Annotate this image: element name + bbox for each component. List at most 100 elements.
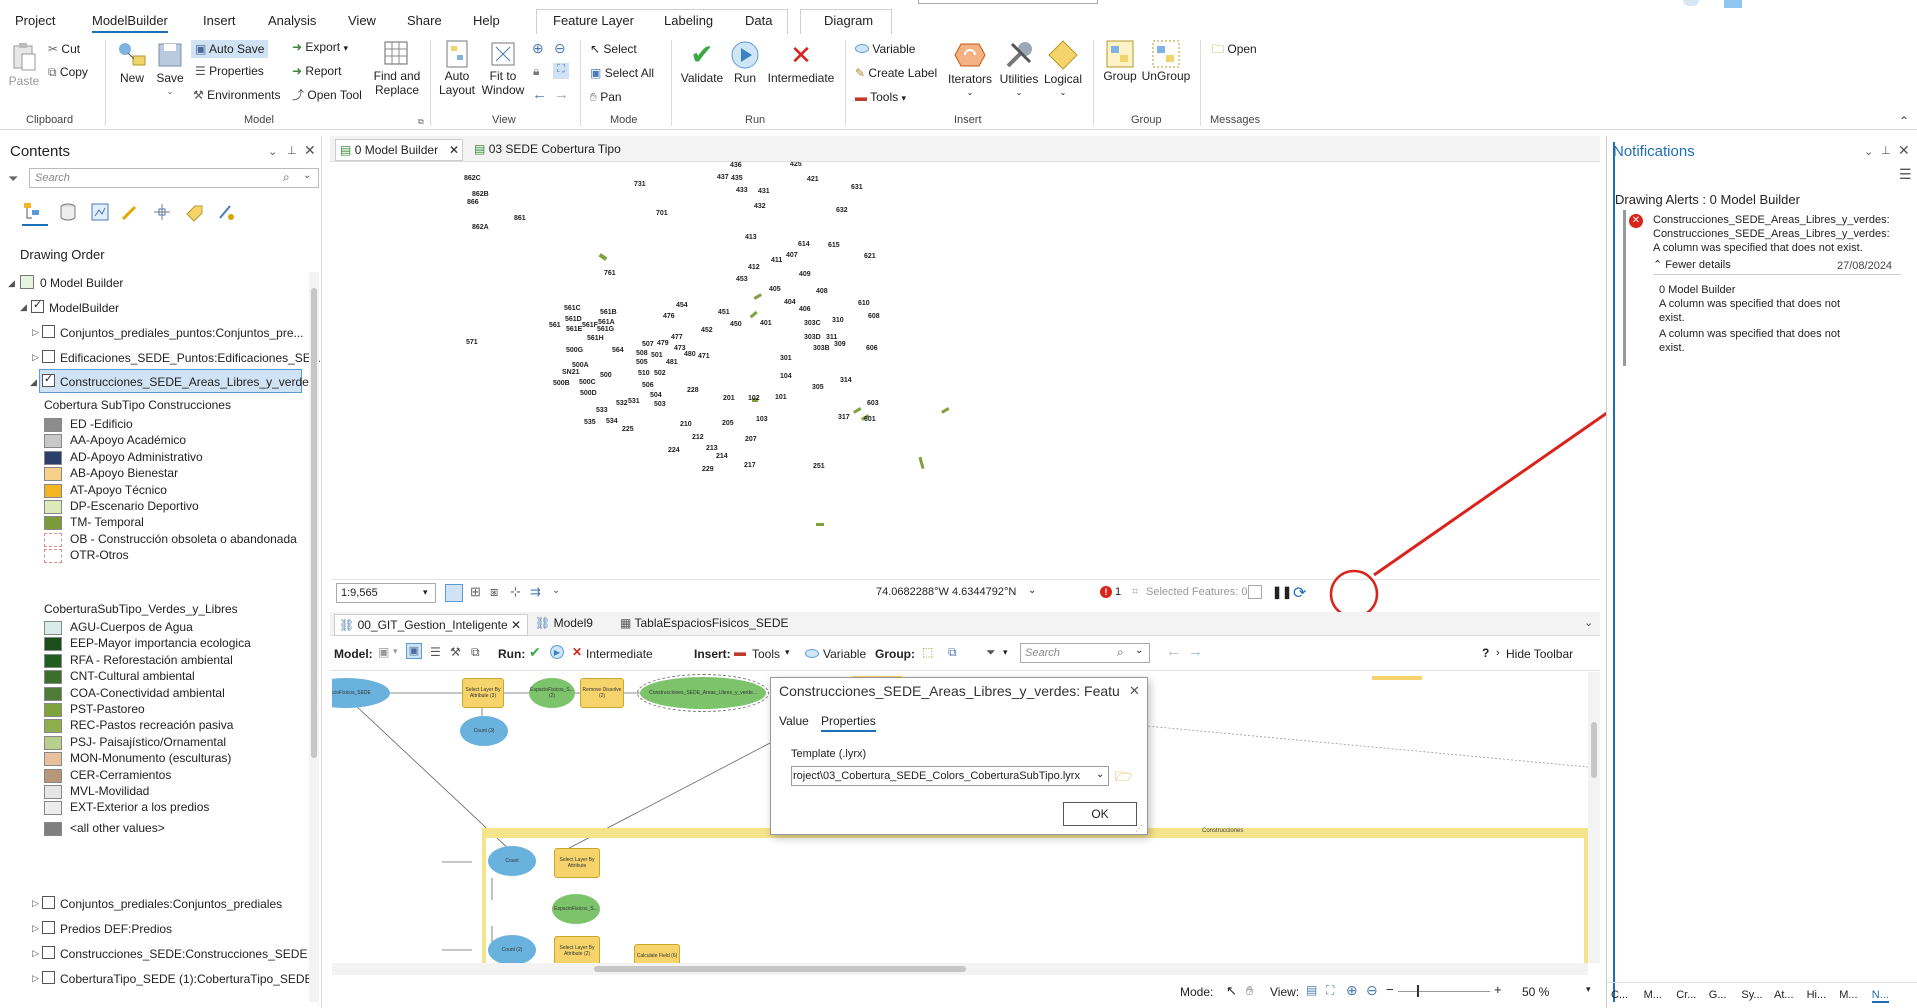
variable-icon[interactable] [805,649,819,658]
contents-search-input[interactable]: Search ⌕ ⌄ [29,168,319,188]
collapse-arrow-icon[interactable]: ▷ [32,923,39,934]
chevron-down-icon[interactable]: ⌄ [552,585,560,596]
tab-help[interactable]: Help [473,13,500,28]
browse-folder-icon[interactable]: 🗁︎ [1115,766,1132,790]
expand-arrow-icon[interactable]: ◢ [30,377,37,388]
tab-labeling[interactable]: Labeling [664,13,713,28]
zoom-slider-track[interactable] [1398,991,1490,992]
variable-button[interactable]: Variable [855,42,915,56]
chevron-down-icon[interactable]: ▾ [1003,647,1008,658]
legend-swatch[interactable] [44,752,62,767]
legend-swatch[interactable] [44,768,62,783]
legend-swatch[interactable] [44,532,62,547]
paste-button[interactable]: Paste [8,42,40,88]
find-replace-button[interactable]: Find and Replace [372,39,422,97]
grid-icon[interactable]: ⊞ [470,584,481,600]
close-icon[interactable]: ✕ [304,142,316,159]
snap-toggle-icon[interactable] [1248,585,1262,599]
iterators-button[interactable]: Iterators ⌄ [946,38,994,100]
legend-swatch[interactable] [44,450,62,465]
dock-tab[interactable]: C... [1611,989,1628,1001]
intermediate-button[interactable]: ✕ Intermediate [766,39,836,85]
create-label-button[interactable]: ✎ Create Label [855,66,937,80]
forward-arrow-icon[interactable]: → [554,86,569,103]
legend-swatch[interactable] [44,735,62,750]
list-by-perspective-icon[interactable] [216,202,236,225]
logical-button[interactable]: Logical ⌄ [1042,38,1084,100]
run-button[interactable]: Run [728,39,762,85]
intermediate-label[interactable]: Intermediate [586,647,653,661]
fewer-details-toggle[interactable]: ⌃ Fewer details [1653,258,1731,271]
tools-label[interactable]: Tools [752,647,780,661]
ungroup-icon[interactable]: ⧉ [948,645,957,660]
cut-button[interactable]: ✂ Cut [48,42,80,56]
tab-model9[interactable]: ⛓ Model9 [535,616,593,630]
model-node-tool[interactable]: Select Layer By Attribute (3) [462,678,504,708]
lock-icon[interactable]: 🔒︎ [533,64,539,79]
tab-0-model-builder[interactable]: ▤ 0 Model Builder ✕ [335,139,463,161]
refresh-icon[interactable]: ⟳ [1293,583,1306,603]
fit-to-window-button[interactable]: Fit to Window [480,39,526,97]
dock-tab[interactable]: G... [1709,989,1727,1001]
model-search-input[interactable]: Search ⌕ ⌄ [1020,643,1150,663]
filter-icon[interactable]: ⏷ [986,645,996,660]
collapse-ribbon-icon[interactable]: ⌃ [1899,114,1909,128]
model-node-variable[interactable]: Count (3) [460,716,508,746]
report-icon[interactable]: ⧉ [471,645,480,660]
account-icon[interactable] [1724,0,1742,8]
legend-swatch[interactable] [44,637,62,652]
legend-swatch[interactable] [44,801,62,816]
list-by-snapping-icon[interactable] [152,202,172,225]
pin-icon[interactable]: ⊥ [1881,144,1891,157]
open-messages-button[interactable]: 🗀︎ Open [1212,42,1257,56]
legend-swatch[interactable] [44,483,62,498]
open-tool-button[interactable]: ⤴ Open Tool [292,88,362,102]
dock-tab[interactable]: Sy... [1741,989,1762,1001]
select-all-button[interactable]: ▣ Select All [590,66,654,80]
minus-icon[interactable]: − [1386,982,1394,997]
model-node-variable[interactable]: Count (2) [488,935,536,963]
alert-icon[interactable]: ! [1100,586,1112,598]
variable-label[interactable]: Variable [823,647,866,661]
legend-swatch[interactable] [44,821,62,836]
group-icon[interactable]: ⬚ [922,645,933,659]
chevron-down-icon[interactable]: ⌄ [1584,616,1593,629]
select-mode-button[interactable]: ↖ Select [590,42,637,56]
pan-hand-icon[interactable]: ✋︎ [1246,983,1253,999]
dialog-tab-value[interactable]: Value [779,714,809,728]
plus-icon[interactable]: + [1494,982,1502,997]
forward-arrow-icon[interactable]: → [1188,643,1203,660]
pan-button[interactable]: ✋︎ Pan [590,90,622,104]
model-node-variable[interactable]: Count [488,846,536,876]
tab-data[interactable]: Data [745,13,772,28]
table-of-contents-icon[interactable] [445,584,463,602]
legend-swatch[interactable] [44,467,62,482]
zoom-slider-thumb[interactable] [1417,985,1419,997]
tab-share[interactable]: Share [407,13,442,28]
constraints-icon[interactable]: ⇉ [530,584,541,600]
legend-swatch[interactable] [44,418,62,432]
legend-swatch[interactable] [44,434,62,449]
scale-selector[interactable]: 1:9,565 ▾ [336,583,436,603]
legend-swatch[interactable] [44,653,62,668]
model-node-derived[interactable]: EspacioFisicos_S... [552,894,600,924]
layer-edificaciones-sede-puntos[interactable]: Edificaciones_SEDE_Puntos:Edificaciones_… [60,351,321,365]
layer-checkbox[interactable] [42,921,55,934]
layer-conjuntos-prediales-puntos[interactable]: Conjuntos_prediales_puntos:Conjuntos_pre… [60,326,304,340]
hide-toolbar-button[interactable]: Hide Toolbar [1506,647,1573,661]
layer-checkbox[interactable] [42,971,55,984]
collapse-arrow-icon[interactable]: ▷ [32,327,39,338]
legend-swatch[interactable] [44,500,62,514]
model-dialog-launcher-icon[interactable]: ⧉ [418,117,424,127]
ok-button[interactable]: OK [1063,802,1137,826]
contents-scrollbar[interactable] [309,272,319,1002]
chevron-down-icon[interactable]: ⌄ [303,170,311,181]
tab-tablaespaciosfisicos[interactable]: ▦ TablaEspaciosFisicos_SEDE [620,616,789,630]
layer-predios-def[interactable]: Predios DEF:Predios [60,922,172,936]
alert-count[interactable]: 1 [1115,586,1121,598]
auto-layout-icon[interactable]: ▤ [1306,983,1317,997]
dialog-tab-properties[interactable]: Properties [821,714,876,732]
chevron-down-icon[interactable]: ▾ [393,646,398,657]
layer-checkbox[interactable] [42,896,55,909]
close-icon[interactable]: ✕ [1898,142,1910,159]
